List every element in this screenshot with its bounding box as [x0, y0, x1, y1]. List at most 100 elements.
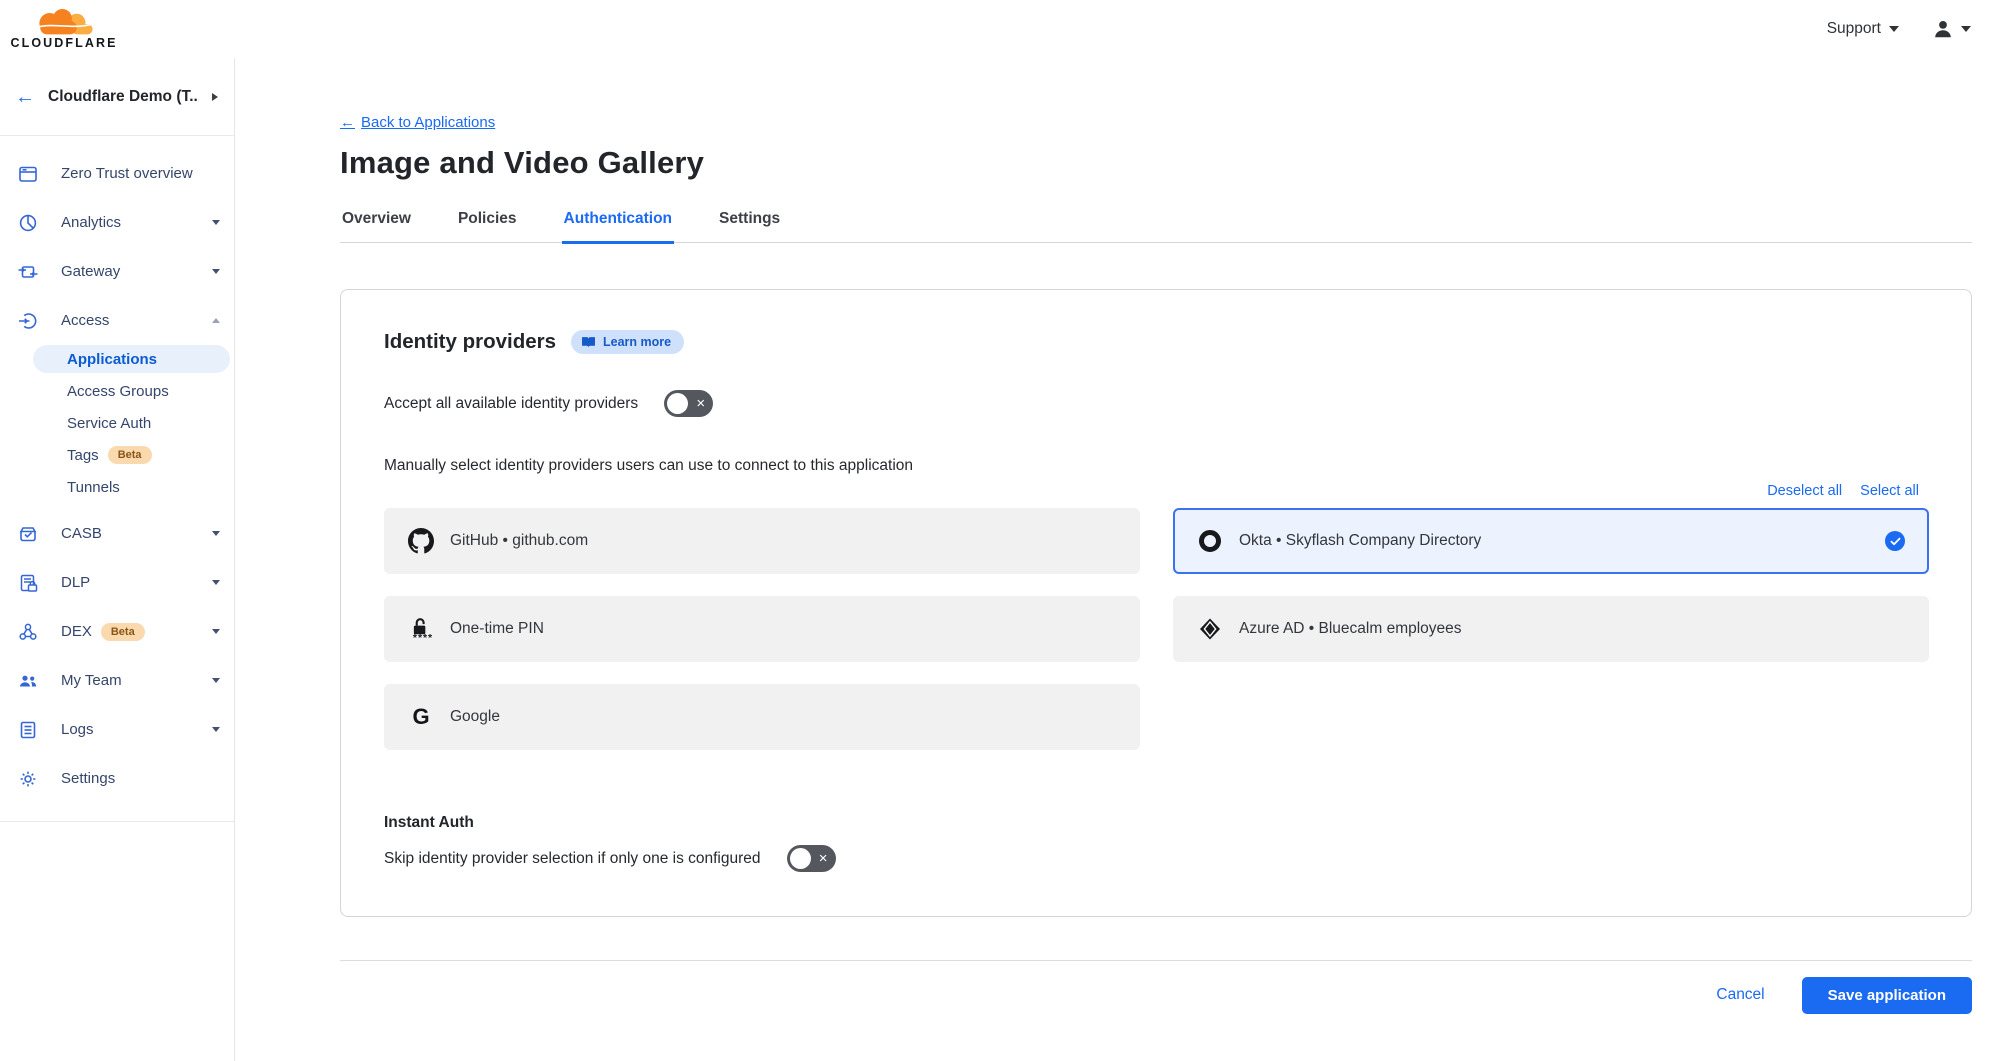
- chevron-down-icon: [1889, 26, 1899, 32]
- sidebar-item-tunnels[interactable]: Tunnels: [0, 471, 234, 503]
- tab-settings[interactable]: Settings: [717, 204, 782, 244]
- book-icon: [581, 336, 596, 348]
- cloudflare-logo[interactable]: CLOUDFLARE: [12, 9, 116, 50]
- provider-label: One-time PIN: [450, 620, 544, 638]
- azure-ad-icon: [1197, 617, 1223, 641]
- sidebar-item-casb[interactable]: CASB: [0, 509, 234, 558]
- sidebar-item-label: Tunnels: [67, 479, 120, 496]
- sidebar-item-label: DLP: [61, 574, 90, 591]
- sidebar-item-label: Zero Trust overview: [61, 165, 193, 182]
- chevron-down-icon: [212, 678, 220, 683]
- back-link-label: Back to Applications: [361, 114, 495, 131]
- account-header: ← Cloudflare Demo (T...: [0, 58, 234, 136]
- provider-label: Azure AD • Bluecalm employees: [1239, 620, 1462, 638]
- beta-badge: Beta: [101, 623, 145, 641]
- sidebar-item-access[interactable]: Access: [0, 296, 234, 345]
- sidebar-divider: [0, 821, 234, 822]
- instant-auth-label: Skip identity provider selection if only…: [384, 850, 761, 868]
- network-nodes-icon: [17, 622, 39, 642]
- chevron-down-icon: [212, 269, 220, 274]
- instant-auth-heading: Instant Auth: [384, 814, 1929, 832]
- sidebar-item-label: Gateway: [61, 263, 120, 280]
- learn-more-label: Learn more: [603, 335, 671, 349]
- sidebar-item-tags[interactable]: Tags Beta: [0, 439, 234, 471]
- sidebar-item-logs[interactable]: Logs: [0, 705, 234, 754]
- sidebar-item-label: Tags: [67, 447, 99, 464]
- tab-authentication[interactable]: Authentication: [562, 204, 675, 244]
- provider-tile-azure-ad[interactable]: Azure AD • Bluecalm employees: [1173, 596, 1929, 662]
- sidebar-item-label: DEX: [61, 623, 92, 640]
- provider-tile-okta[interactable]: Okta • Skyflash Company Directory: [1173, 508, 1929, 574]
- sidebar-item-label: Logs: [61, 721, 94, 738]
- gear-icon: [17, 769, 39, 789]
- support-menu[interactable]: Support: [1827, 20, 1899, 38]
- back-arrow-icon[interactable]: ←: [15, 87, 35, 107]
- sidebar-item-settings[interactable]: Settings: [0, 754, 234, 803]
- sidebar-item-label: Access Groups: [67, 383, 169, 400]
- chevron-down-icon: [212, 727, 220, 732]
- provider-tile-google[interactable]: G Google: [384, 684, 1140, 750]
- chevron-down-icon: [212, 531, 220, 536]
- provider-label: Google: [450, 708, 500, 726]
- sidebar-item-label: Applications: [67, 351, 157, 368]
- one-time-pin-icon: ****: [408, 616, 434, 643]
- sidebar-item-zero-trust-overview[interactable]: Zero Trust overview: [0, 149, 234, 198]
- google-icon: G: [408, 706, 434, 728]
- manual-select-text: Manually select identity providers users…: [384, 457, 1929, 475]
- toggle-knob: [790, 848, 811, 869]
- access-login-icon: [17, 311, 39, 331]
- sidebar-item-access-groups[interactable]: Access Groups: [0, 375, 234, 407]
- svg-text:****: ****: [412, 631, 431, 642]
- github-icon: [408, 528, 434, 554]
- learn-more-badge[interactable]: Learn more: [571, 330, 684, 354]
- toggle-off-x-icon: ×: [819, 851, 828, 866]
- provider-tile-github[interactable]: GitHub • github.com: [384, 508, 1140, 574]
- save-application-button[interactable]: Save application: [1802, 977, 1972, 1014]
- cancel-button[interactable]: Cancel: [1716, 986, 1764, 1004]
- sidebar-item-analytics[interactable]: Analytics: [0, 198, 234, 247]
- sidebar-item-service-auth[interactable]: Service Auth: [0, 407, 234, 439]
- team-people-icon: [17, 671, 39, 691]
- instant-auth-toggle[interactable]: ×: [787, 845, 836, 872]
- chevron-down-icon: [212, 629, 220, 634]
- gateway-icon: [17, 262, 39, 282]
- sidebar-item-dex[interactable]: DEX Beta: [0, 607, 234, 656]
- chevron-up-icon: [212, 318, 220, 323]
- window-icon: [17, 164, 39, 184]
- sidebar-item-label: Access: [61, 312, 109, 329]
- back-arrow-icon: ←: [340, 114, 355, 131]
- logs-list-icon: [17, 720, 39, 740]
- provider-grid: GitHub • github.com Okta • Skyflash Comp…: [384, 508, 1929, 750]
- page-title: Image and Video Gallery: [340, 145, 1972, 181]
- provider-label: Okta • Skyflash Company Directory: [1239, 532, 1481, 550]
- accept-all-toggle[interactable]: ×: [664, 390, 713, 417]
- toggle-off-x-icon: ×: [696, 396, 705, 411]
- back-to-applications-link[interactable]: ← Back to Applications: [340, 114, 495, 131]
- support-label: Support: [1827, 20, 1881, 38]
- account-switcher-caret-icon[interactable]: [212, 93, 218, 101]
- document-lock-icon: [17, 573, 39, 593]
- user-account-menu[interactable]: [1933, 19, 1971, 39]
- sidebar-item-label: Analytics: [61, 214, 121, 231]
- deselect-all-link[interactable]: Deselect all: [1767, 483, 1842, 499]
- chevron-down-icon: [1961, 26, 1971, 32]
- accept-all-label: Accept all available identity providers: [384, 395, 638, 413]
- tab-overview[interactable]: Overview: [340, 204, 413, 244]
- sidebar: ← Cloudflare Demo (T... Zero Trust overv…: [0, 58, 235, 1061]
- account-name: Cloudflare Demo (T...: [48, 88, 199, 106]
- sidebar-item-dlp[interactable]: DLP: [0, 558, 234, 607]
- sidebar-item-label: My Team: [61, 672, 122, 689]
- okta-icon: [1197, 530, 1223, 552]
- select-all-link[interactable]: Select all: [1860, 483, 1919, 499]
- cloudflare-wordmark: CLOUDFLARE: [10, 36, 117, 50]
- sidebar-item-applications[interactable]: Applications: [33, 345, 230, 373]
- sidebar-item-label: CASB: [61, 525, 102, 542]
- cloudflare-cloud-icon: [32, 9, 96, 36]
- sidebar-item-my-team[interactable]: My Team: [0, 656, 234, 705]
- footer-actions: Cancel Save application: [340, 961, 1972, 1029]
- provider-tile-one-time-pin[interactable]: **** One-time PIN: [384, 596, 1140, 662]
- chevron-down-icon: [212, 220, 220, 225]
- tab-policies[interactable]: Policies: [456, 204, 519, 244]
- provider-label: GitHub • github.com: [450, 532, 588, 550]
- sidebar-item-gateway[interactable]: Gateway: [0, 247, 234, 296]
